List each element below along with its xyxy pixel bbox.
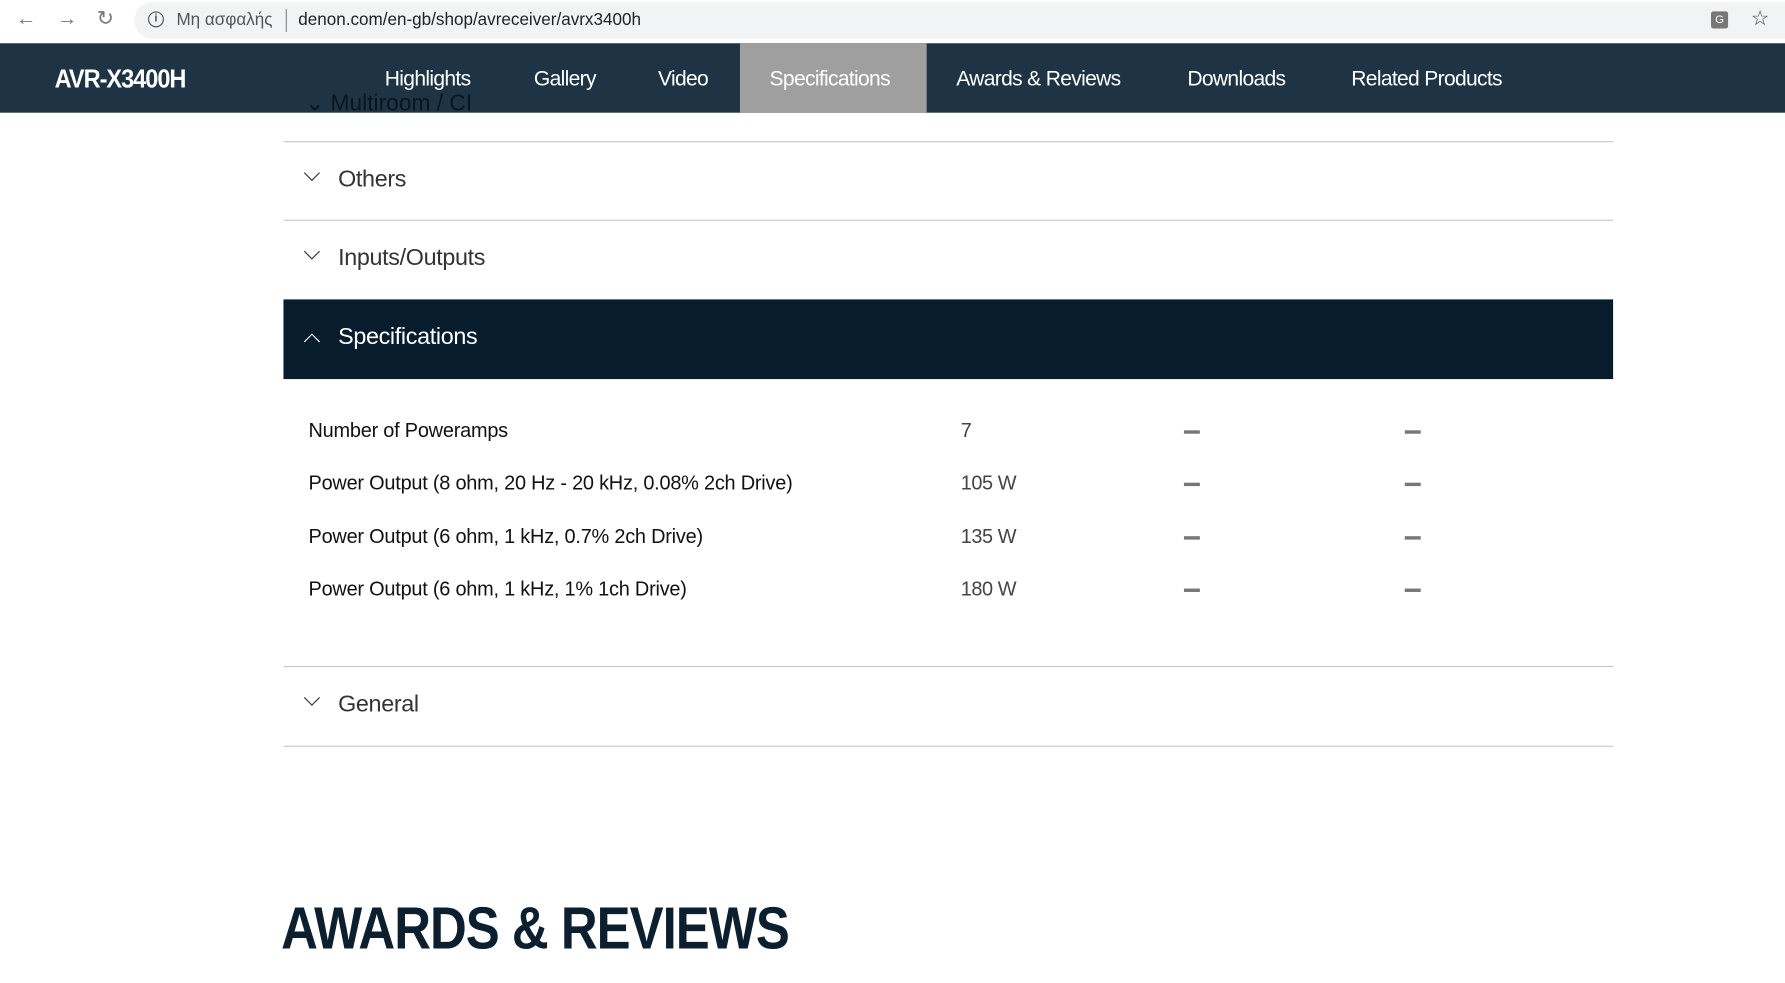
spec-row: Number of Poweramps 7 [309,419,1561,446]
spec-label: Power Output (6 ohm, 1 kHz, 0.7% 2ch Dri… [308,524,704,548]
back-icon[interactable]: ← [16,7,36,31]
reload-icon[interactable]: ↻ [97,7,114,31]
empty-dash [1404,536,1421,540]
section-inputs-outputs[interactable]: Inputs/Outputs [283,221,1613,300]
empty-dash [1183,482,1200,487]
empty-dash [1183,430,1200,434]
chevron-down-icon [303,164,320,182]
empty-dash [1183,536,1200,540]
spec-value: 7 [960,418,972,442]
tab-video[interactable]: Video [628,43,737,112]
divider [283,745,1614,747]
tab-downloads[interactable]: Downloads [1158,43,1315,112]
empty-dash [1404,482,1421,487]
section-general[interactable]: General [283,667,1613,746]
section-others[interactable]: Others [283,142,1613,221]
tab-awards-reviews[interactable]: Awards & Reviews [927,43,1150,112]
info-icon[interactable]: i [147,11,164,28]
tab-specifications[interactable]: Specifications [739,43,927,113]
address-bar[interactable]: i Μη ασφαλής denon.com/en-gb/shop/avrece… [134,2,1785,39]
chevron-down-icon [303,689,320,706]
bookmark-star-icon[interactable]: ☆ [1751,7,1769,31]
divider [285,9,287,32]
spec-label: Number of Poweramps [308,418,509,442]
security-label[interactable]: Μη ασφαλής [176,10,272,29]
section-label: Inputs/Outputs [338,244,486,271]
spec-value: 180 W [960,577,1017,600]
spec-label: Power Output (6 ohm, 1 kHz, 1% 1ch Drive… [308,577,687,600]
product-title[interactable]: AVR-X3400H [55,64,187,95]
awards-reviews-heading: AWARDS & REVIEWS [281,895,790,962]
tab-related-products[interactable]: Related Products [1322,43,1532,112]
section-label: Others [338,166,407,193]
spec-row: Power Output (6 ohm, 1 kHz, 1% 1ch Drive… [309,577,1561,604]
translate-icon[interactable]: G [1711,11,1729,29]
product-nav: AVR-X3400H Highlights Gallery Video Spec… [0,43,1785,113]
empty-dash [1404,430,1421,434]
spec-row: Power Output (8 ohm, 20 Hz - 20 kHz, 0.0… [309,471,1561,498]
spec-value: 135 W [960,524,1017,548]
section-multiroom-partial: ⌄ Multiroom / CI [305,91,473,117]
chevron-up-icon [303,333,320,350]
spec-row: Power Output (6 ohm, 1 kHz, 0.7% 2ch Dri… [309,525,1561,552]
section-label: General [338,691,419,718]
url-text[interactable]: denon.com/en-gb/shop/avreceiver/avrx3400… [298,10,641,29]
chevron-down-icon [303,243,320,260]
section-specifications[interactable]: Specifications [283,299,1614,380]
section-label: Multiroom / CI [330,91,473,117]
spec-value: 105 W [960,471,1017,495]
section-label: Specifications [338,323,478,350]
browser-toolbar: ← → ↻ i Μη ασφαλής denon.com/en-gb/shop/… [0,0,1785,43]
empty-dash [1404,588,1421,592]
tab-gallery[interactable]: Gallery [504,43,625,112]
empty-dash [1183,588,1200,592]
forward-icon[interactable]: → [57,7,77,31]
spec-label: Power Output (8 ohm, 20 Hz - 20 kHz, 0.0… [308,471,793,495]
